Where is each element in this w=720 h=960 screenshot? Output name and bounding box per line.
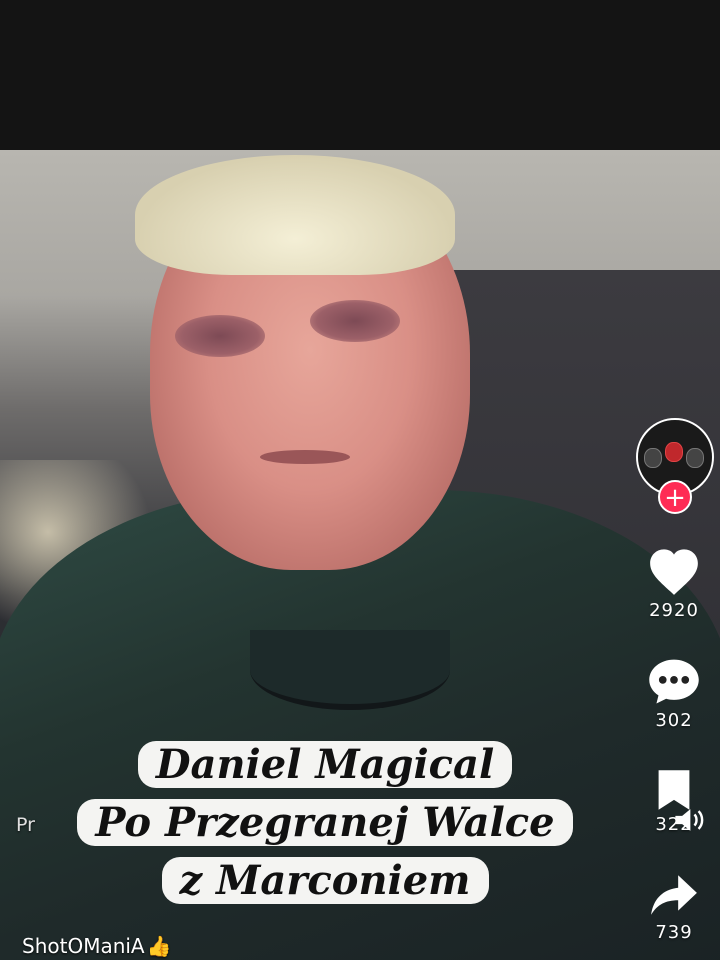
shirt-collar [250,630,450,710]
caption-line: z Marconiem [40,852,610,910]
comment-count: 302 [655,710,693,731]
boxing-gloves-logo [644,440,706,474]
creator-username[interactable]: ShotOManiA 👍 [22,934,172,958]
caption-line: Daniel Magical [40,736,610,794]
speaker-icon[interactable] [672,805,706,839]
bruised-eye-right [310,300,400,342]
person-hair [135,155,455,275]
mouth [260,450,350,464]
heart-icon [650,549,698,595]
like-count: 2920 [649,600,699,621]
action-sidebar: + 2920 302 322 739 [628,418,720,960]
follow-button[interactable]: + [658,480,692,514]
comment-bubble-icon [649,659,699,704]
share-arrow-icon [651,875,697,915]
top-letterbox [0,0,720,150]
comment-button[interactable]: 302 [628,656,720,731]
description-text[interactable]: Pr [16,814,35,836]
video-caption-overlay: Daniel Magical Po Przegranej Walce z Mar… [40,736,610,910]
bruised-eye-left [175,315,265,357]
thumbs-up-emoji: 👍 [146,934,172,958]
share-count: 739 [655,922,693,943]
caption-line: Po Przegranej Walce [40,794,610,852]
share-button[interactable]: 739 [628,872,720,943]
username-text: ShotOManiA [22,934,145,958]
like-button[interactable]: 2920 [628,546,720,621]
